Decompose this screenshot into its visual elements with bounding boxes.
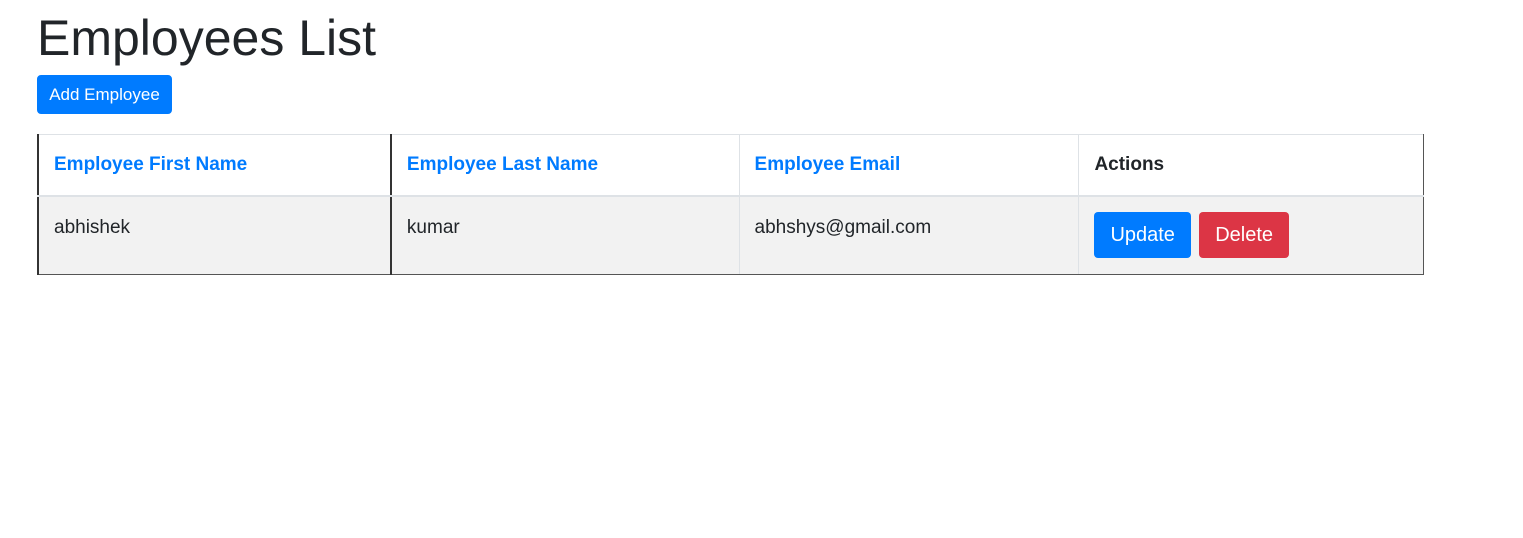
cell-email: abhshys@gmail.com	[738, 195, 1080, 275]
table-header: Employee First Name Employee Last Name E…	[37, 134, 1424, 197]
update-button[interactable]: Update	[1094, 212, 1191, 258]
header-email[interactable]: Employee Email	[738, 134, 1080, 197]
table-header-row: Employee First Name Employee Last Name E…	[37, 134, 1424, 197]
employees-page: Employees List Add Employee Employee Fir…	[0, 0, 1523, 275]
cell-actions: Update Delete	[1078, 195, 1424, 275]
cell-first-name: abhishek	[37, 195, 392, 275]
table-body: abhishek kumar abhshys@gmail.com Update …	[37, 195, 1424, 275]
table-row: abhishek kumar abhshys@gmail.com Update …	[37, 195, 1424, 275]
header-actions: Actions	[1078, 134, 1424, 197]
cell-last-name: kumar	[389, 195, 740, 275]
add-employee-button[interactable]: Add Employee	[37, 75, 172, 114]
page-title: Employees List	[37, 10, 377, 66]
header-last-name[interactable]: Employee Last Name	[389, 134, 740, 197]
employees-table: Employee First Name Employee Last Name E…	[37, 134, 1424, 275]
header-first-name[interactable]: Employee First Name	[37, 134, 392, 197]
delete-button[interactable]: Delete	[1199, 212, 1290, 258]
